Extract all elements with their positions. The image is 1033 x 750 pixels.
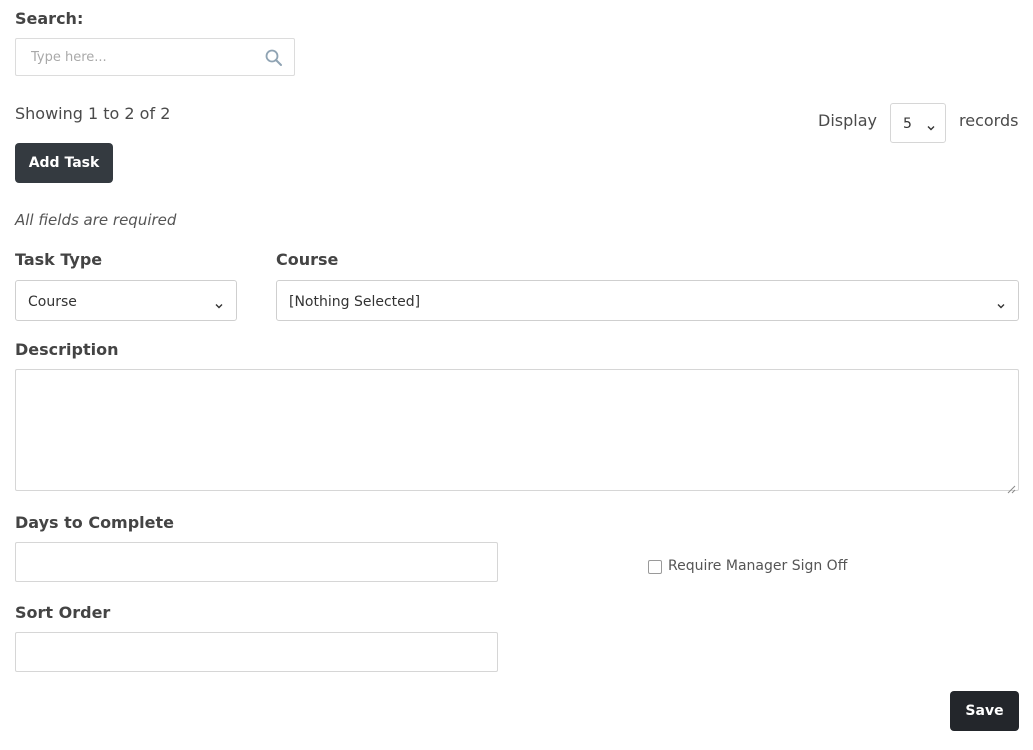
chevron-down-icon: [214, 296, 224, 309]
sort-order-input[interactable]: [15, 632, 498, 672]
chevron-down-icon: [996, 296, 1006, 309]
course-value: [Nothing Selected]: [289, 294, 421, 310]
add-task-button[interactable]: Add Task: [15, 143, 113, 183]
required-fields-note: All fields are required: [15, 211, 177, 229]
task-type-select[interactable]: Course: [15, 280, 237, 321]
records-label: records: [959, 111, 1019, 130]
days-to-complete-label: Days to Complete: [15, 513, 175, 532]
display-label: Display: [818, 111, 877, 130]
save-button[interactable]: Save: [950, 691, 1019, 731]
search-icon[interactable]: [264, 48, 284, 68]
search-label: Search:: [15, 9, 84, 28]
resize-handle-icon[interactable]: [1007, 479, 1016, 494]
description-textarea[interactable]: [15, 369, 1019, 494]
records-per-page-value: 5: [903, 116, 912, 132]
course-label: Course: [276, 250, 339, 269]
task-type-value: Course: [28, 294, 77, 310]
chevron-down-icon: [926, 118, 936, 131]
description-label: Description: [15, 340, 119, 359]
require-manager-sign-off-checkbox[interactable]: [648, 560, 662, 574]
days-to-complete-input[interactable]: [15, 542, 498, 582]
task-type-label: Task Type: [15, 250, 103, 269]
records-per-page-select[interactable]: 5: [890, 103, 946, 143]
course-select[interactable]: [Nothing Selected]: [276, 280, 1019, 321]
require-manager-sign-off-label[interactable]: Require Manager Sign Off: [668, 558, 847, 574]
search-input[interactable]: [16, 39, 256, 75]
search-field[interactable]: [15, 38, 295, 76]
sort-order-label: Sort Order: [15, 603, 111, 622]
showing-count: Showing 1 to 2 of 2: [15, 104, 171, 123]
